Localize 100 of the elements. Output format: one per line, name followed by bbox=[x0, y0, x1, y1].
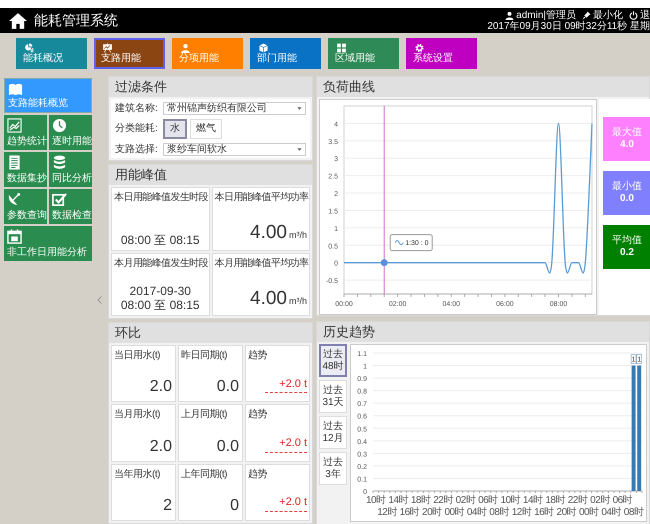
card-title: 本日用能峰值平均功率 bbox=[214, 190, 307, 205]
app-title: 能耗管理系统 bbox=[34, 11, 118, 30]
x-tick-label: 04时 bbox=[466, 507, 486, 518]
x-tick-label: 18时 bbox=[410, 495, 430, 506]
sidebar-item[interactable]: 支路能耗概览 bbox=[4, 78, 92, 113]
power-icon bbox=[629, 10, 638, 20]
power-value: 4.00 bbox=[250, 286, 287, 310]
stat-value: 0.0 bbox=[620, 193, 634, 205]
calendar-icon bbox=[7, 229, 22, 244]
x-tick-label: 16时 bbox=[400, 507, 420, 518]
x-tick-label: 00时 bbox=[578, 507, 599, 518]
nav-tab[interactable]: 能耗概况 bbox=[16, 38, 87, 69]
range-button[interactable]: 过去 31天 bbox=[319, 380, 347, 413]
chart-board-icon bbox=[101, 43, 114, 53]
range-button[interactable]: 过去 12月 bbox=[319, 416, 347, 449]
range-button[interactable]: 过去 3年 bbox=[319, 452, 347, 485]
card-title: 昨日同期(t) bbox=[181, 348, 228, 363]
power-value: 4.00 bbox=[250, 221, 287, 245]
card-title: 当年用水(t) bbox=[114, 468, 161, 482]
value-text: 0 bbox=[230, 496, 240, 516]
stat-label: 最小值 bbox=[612, 181, 642, 193]
x-tick-label: 06时 bbox=[612, 495, 632, 506]
value-text: 2 bbox=[163, 496, 173, 516]
card-title: 上月同期(t) bbox=[181, 408, 228, 422]
value-text: 2.0 bbox=[150, 377, 173, 398]
date-value: 2017-09-30 bbox=[130, 284, 191, 298]
nav-tab[interactable]: 区域用能 bbox=[328, 38, 399, 69]
range-button[interactable]: 过去 48时 bbox=[319, 344, 347, 377]
cube-icon bbox=[257, 43, 270, 53]
nav-tab[interactable]: 部门用能 bbox=[250, 38, 321, 69]
stat-label: 最大值 bbox=[612, 127, 642, 139]
trend-value: +2.0 t bbox=[265, 435, 307, 453]
building-select[interactable]: 常州锦声纺织有限公司 bbox=[163, 102, 306, 114]
stat-value: 0.2 bbox=[620, 247, 634, 259]
panel-title: 负荷曲线 bbox=[323, 78, 375, 96]
value-text: 2.0 bbox=[150, 436, 173, 457]
card-title: 趋势 bbox=[248, 468, 268, 482]
card-title: 本月用能峰值发生时段 bbox=[114, 256, 206, 270]
sidebar-item[interactable]: 趋势统计 bbox=[4, 115, 47, 150]
logout-link[interactable]: 退 bbox=[640, 10, 650, 20]
x-tick-label: 06时 bbox=[478, 495, 498, 506]
x-tick-label: 20时 bbox=[556, 507, 576, 518]
x-tick-label: 16时 bbox=[534, 507, 554, 518]
sidebar-item[interactable]: 参数查询 bbox=[4, 189, 47, 224]
clock-icon bbox=[52, 118, 67, 133]
x-tick-label: 12时 bbox=[512, 507, 532, 518]
sidebar-item[interactable]: 逐时用能 bbox=[49, 115, 92, 150]
card-title: 趋势 bbox=[248, 408, 268, 422]
user-label: admin|管理员 bbox=[516, 10, 576, 20]
dropdown-arrow-icon bbox=[296, 104, 303, 112]
field-label: 支路选择: bbox=[115, 142, 159, 156]
x-tick-label: 10时 bbox=[500, 495, 520, 506]
card-title: 当日用水(t) bbox=[114, 348, 161, 363]
line-chart-icon bbox=[7, 118, 22, 133]
sidebar-item[interactable]: 数据检查 bbox=[49, 189, 92, 224]
wave-icon bbox=[394, 240, 404, 246]
panel-title: 历史趋势 bbox=[323, 323, 375, 342]
x-tick-label: 12时 bbox=[377, 507, 397, 518]
value-text: 0.0 bbox=[216, 377, 240, 398]
person-icon bbox=[505, 10, 514, 20]
x-tick-label: 18时 bbox=[545, 495, 565, 506]
nav-tab[interactable]: 系统设置 bbox=[406, 38, 477, 69]
x-tick-label: 22时 bbox=[568, 495, 588, 506]
panel-title: 过滤条件 bbox=[115, 78, 167, 96]
unit-label: m³/h bbox=[289, 229, 307, 242]
minimize-link[interactable]: 最小化 bbox=[593, 10, 623, 20]
dropdown-arrow-icon bbox=[296, 146, 303, 152]
settings-icon bbox=[413, 43, 426, 53]
x-tick-label: 02时 bbox=[590, 495, 610, 506]
category-toggle[interactable]: 水 bbox=[163, 118, 187, 138]
card-title: 上年同期(t) bbox=[181, 468, 228, 482]
satellite-dish-icon bbox=[7, 192, 22, 207]
book-icon bbox=[8, 82, 23, 97]
card-title: 本日用能峰值发生时段 bbox=[114, 190, 206, 205]
data-point-marker bbox=[380, 259, 388, 266]
person-icon bbox=[179, 43, 192, 53]
field-label: 建筑名称: bbox=[115, 102, 159, 116]
date-time: 2017年09月30日 09时32分11秒 星期 bbox=[487, 20, 650, 32]
card-title: 当月用水(t) bbox=[114, 408, 161, 422]
sidebar-item[interactable]: 同比分析 bbox=[49, 152, 92, 187]
x-tick-label: 02时 bbox=[456, 495, 476, 506]
panel-title: 环比 bbox=[115, 324, 141, 342]
value-text: 0.0 bbox=[216, 436, 240, 457]
time-range-value: 08:00 至 08:15 bbox=[120, 232, 200, 246]
grid-icon bbox=[335, 43, 348, 53]
stat-value: 4.0 bbox=[620, 139, 634, 151]
nav-tab[interactable]: 支路用能 bbox=[94, 38, 165, 69]
trend-value: +2.0 t bbox=[265, 494, 307, 512]
trend-value: +2.0 t bbox=[265, 376, 307, 394]
sidebar-item[interactable]: 非工作日用能分析 bbox=[4, 226, 92, 261]
time-range-value: 08:00 至 08:15 bbox=[120, 298, 200, 312]
x-tick-label: 00时 bbox=[444, 507, 464, 518]
home-icon bbox=[8, 12, 28, 30]
x-tick-label: 20时 bbox=[422, 507, 442, 518]
category-toggle[interactable]: 燃气 bbox=[190, 118, 222, 138]
sidebar-item[interactable]: 数据集抄 bbox=[4, 152, 47, 187]
branch-select[interactable]: 浆纱车间软水 bbox=[163, 142, 306, 156]
database-icon bbox=[52, 155, 67, 170]
card-title: 趋势 bbox=[248, 348, 268, 363]
x-tick-label: 08时 bbox=[624, 507, 644, 518]
